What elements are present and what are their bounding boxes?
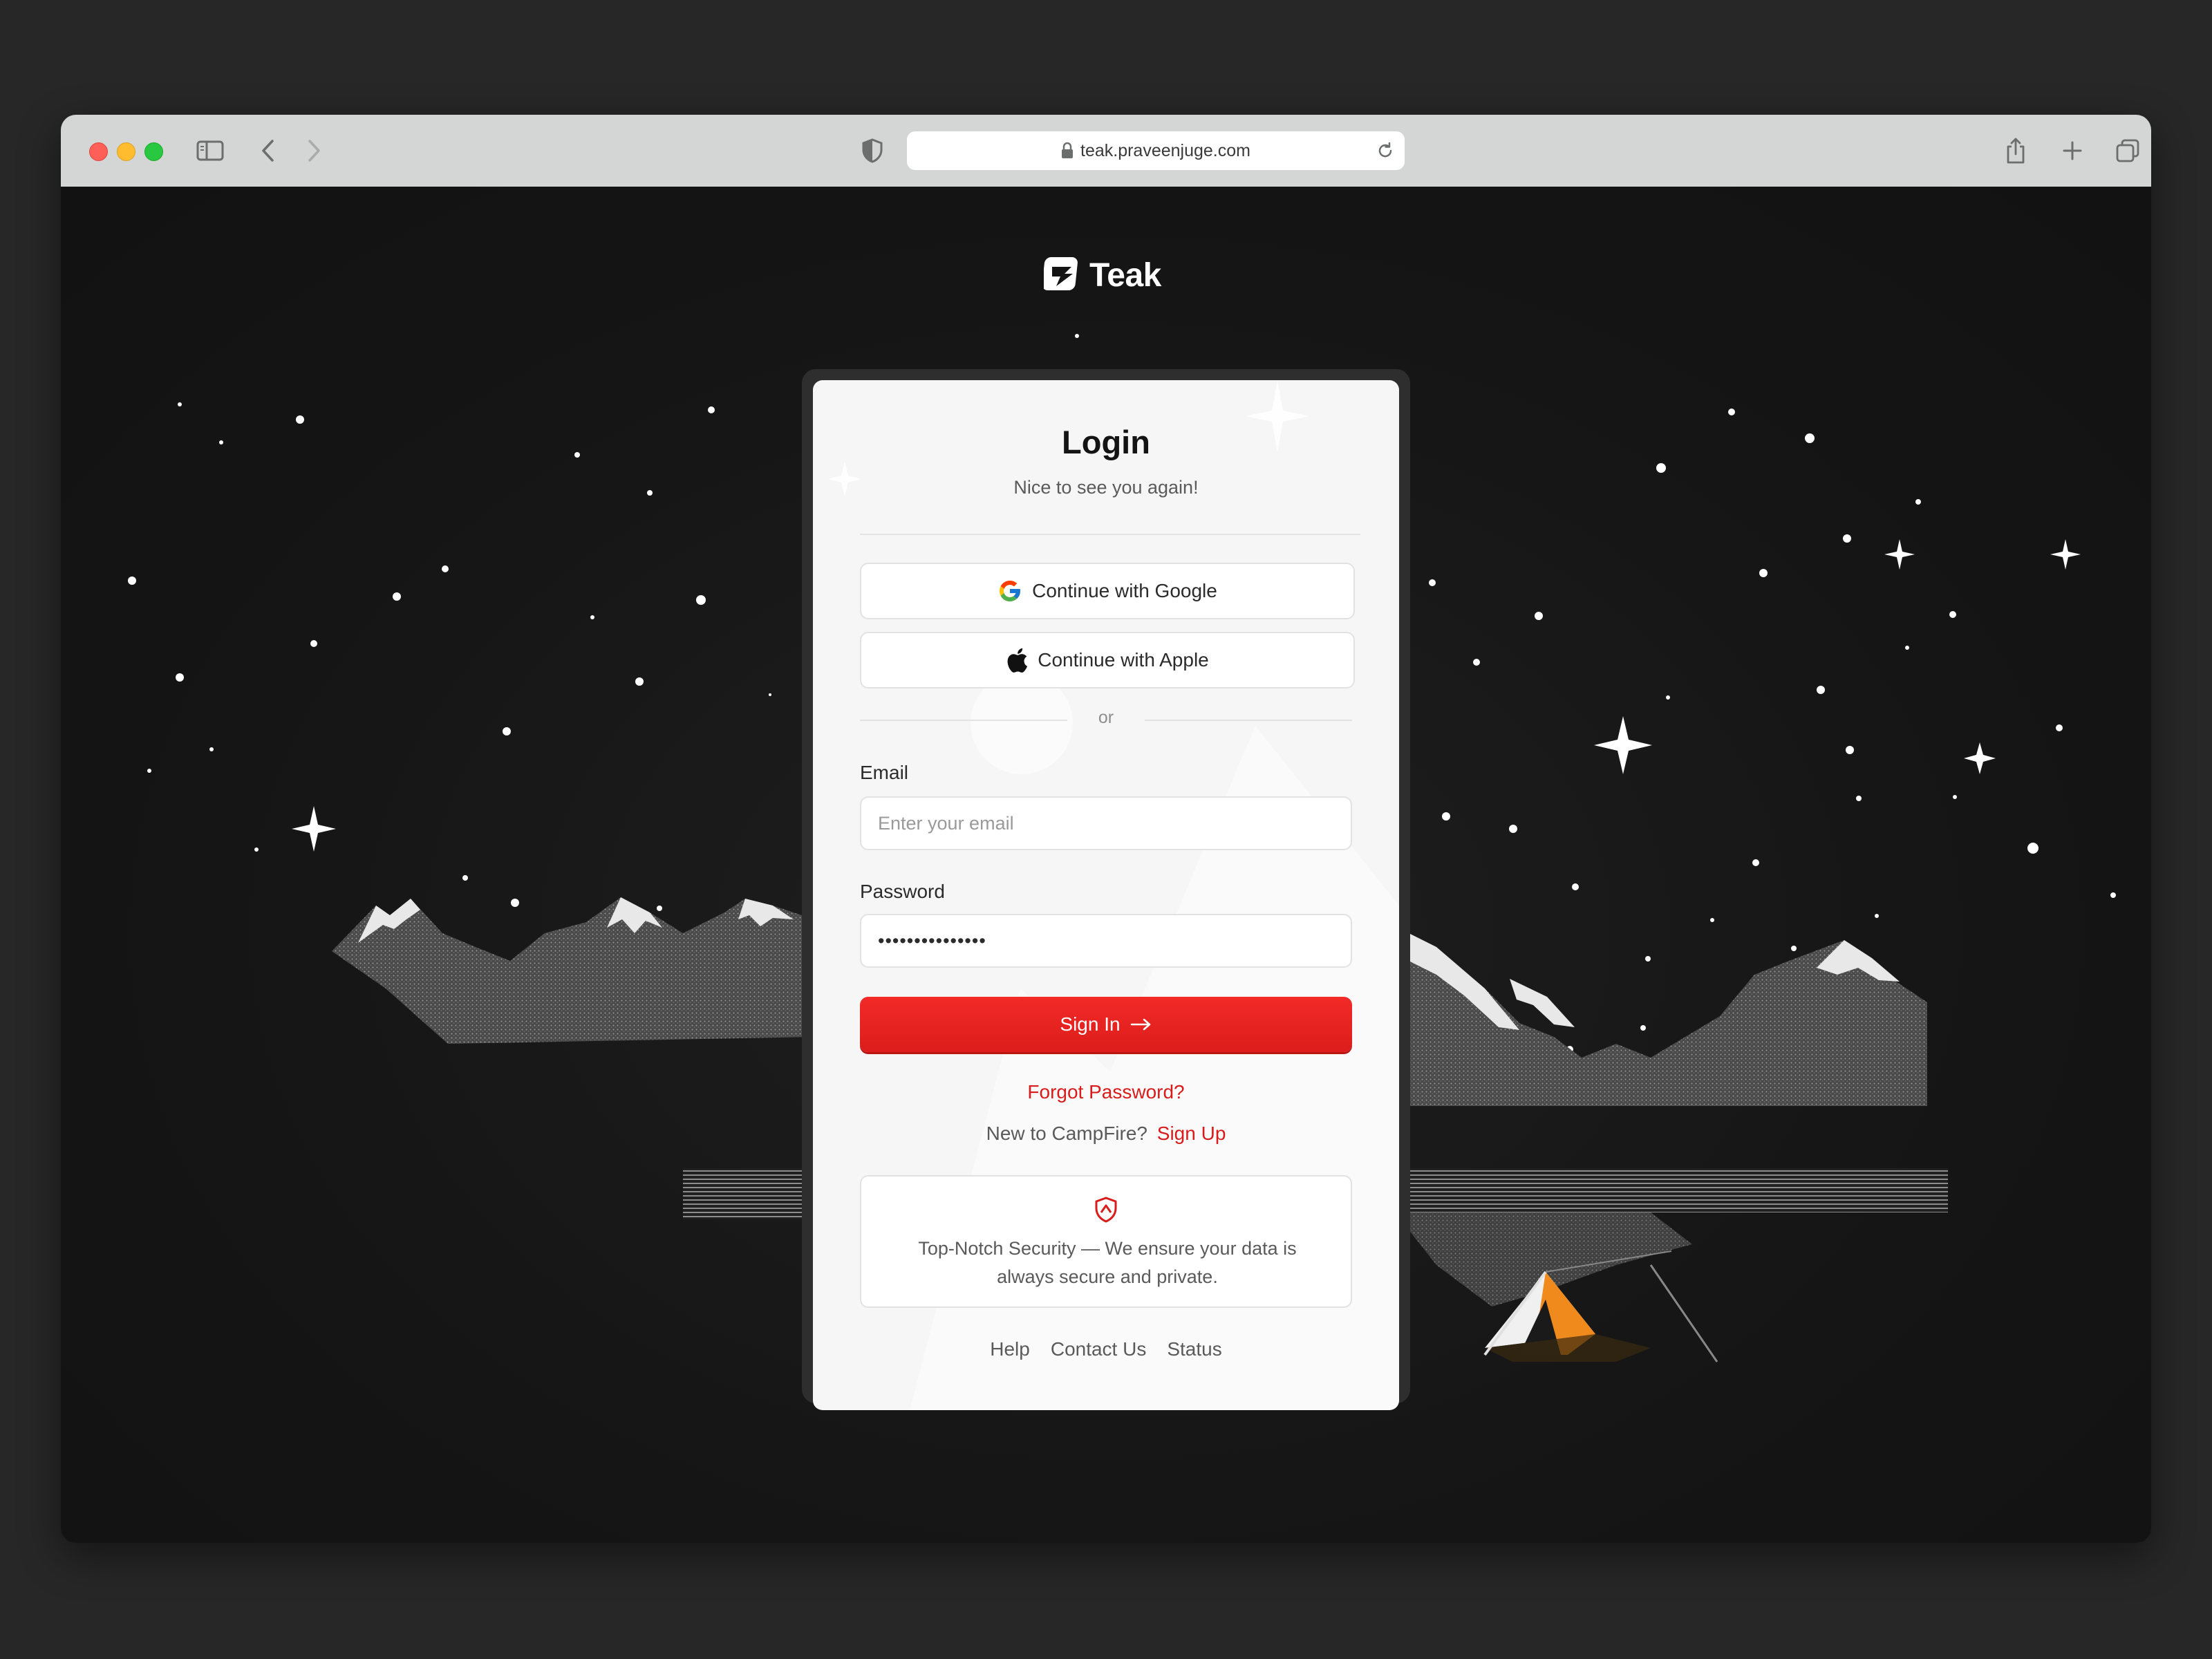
google-icon	[997, 579, 1022, 603]
sidebar-toggle-icon[interactable]	[192, 133, 228, 169]
continue-with-google-button[interactable]: Continue with Google	[860, 563, 1355, 619]
url-text: teak.praveenjuge.com	[1080, 140, 1250, 160]
header-divider	[860, 534, 1360, 535]
password-field[interactable]	[860, 914, 1352, 968]
security-text: Top-Notch Security — We ensure your data…	[918, 1238, 1297, 1287]
privacy-shield-icon[interactable]	[854, 133, 890, 169]
sign-up-link[interactable]: Sign Up	[1157, 1123, 1226, 1144]
apple-icon	[1006, 647, 1028, 673]
back-icon[interactable]	[250, 133, 286, 169]
security-notice: Top-Notch Security — We ensure your data…	[860, 1175, 1352, 1308]
signup-row: New to CampFire? Sign Up	[813, 1123, 1399, 1145]
reload-icon[interactable]	[1376, 141, 1395, 165]
zoom-window-button[interactable]	[144, 142, 163, 161]
signup-prompt: New to CampFire?	[986, 1123, 1147, 1144]
share-icon[interactable]	[1998, 133, 2034, 169]
sign-in-label: Sign In	[1060, 1013, 1121, 1035]
login-title: Login	[1062, 424, 1150, 460]
brand-logo[interactable]: Teak	[1042, 256, 1161, 295]
left-mountains	[332, 897, 814, 1044]
email-field[interactable]	[860, 796, 1352, 850]
sign-in-button[interactable]: Sign In	[860, 997, 1352, 1052]
close-window-button[interactable]	[89, 142, 108, 161]
status-link[interactable]: Status	[1167, 1338, 1221, 1360]
arrow-right-icon	[1130, 1018, 1152, 1031]
help-link[interactable]: Help	[990, 1338, 1030, 1360]
brand-name: Teak	[1089, 257, 1161, 294]
contact-us-link[interactable]: Contact Us	[1051, 1338, 1147, 1360]
lock-icon	[1061, 142, 1074, 159]
minimize-window-button[interactable]	[117, 142, 135, 161]
tab-overview-icon[interactable]	[2110, 133, 2146, 169]
footer-links: Help Contact Us Status	[813, 1338, 1399, 1360]
forgot-password-link[interactable]: Forgot Password?	[813, 1081, 1399, 1103]
teak-logo-icon	[1042, 256, 1082, 295]
address-bar[interactable]: teak.praveenjuge.com	[907, 131, 1405, 170]
or-divider-text: or	[1098, 708, 1114, 727]
right-mountains	[1395, 926, 1927, 1106]
google-button-label: Continue with Google	[1032, 580, 1217, 601]
email-label: Email	[860, 762, 909, 783]
login-subtitle: Nice to see you again!	[1013, 477, 1199, 498]
page-content: Teak Login Nice to see you again! Contin…	[61, 187, 2151, 1543]
browser-window: teak.praveenjuge.com Teak Login Nice to …	[61, 115, 2151, 1543]
login-card: Login Nice to see you again! Continue wi…	[813, 380, 1399, 1410]
apple-button-label: Continue with Apple	[1038, 649, 1209, 671]
shield-icon	[1094, 1196, 1118, 1227]
new-tab-icon[interactable]	[2054, 133, 2090, 169]
continue-with-apple-button[interactable]: Continue with Apple	[860, 632, 1355, 688]
or-divider: or	[860, 708, 1352, 733]
browser-toolbar: teak.praveenjuge.com	[61, 115, 2151, 187]
password-label: Password	[860, 881, 945, 902]
forward-icon[interactable]	[296, 133, 332, 169]
